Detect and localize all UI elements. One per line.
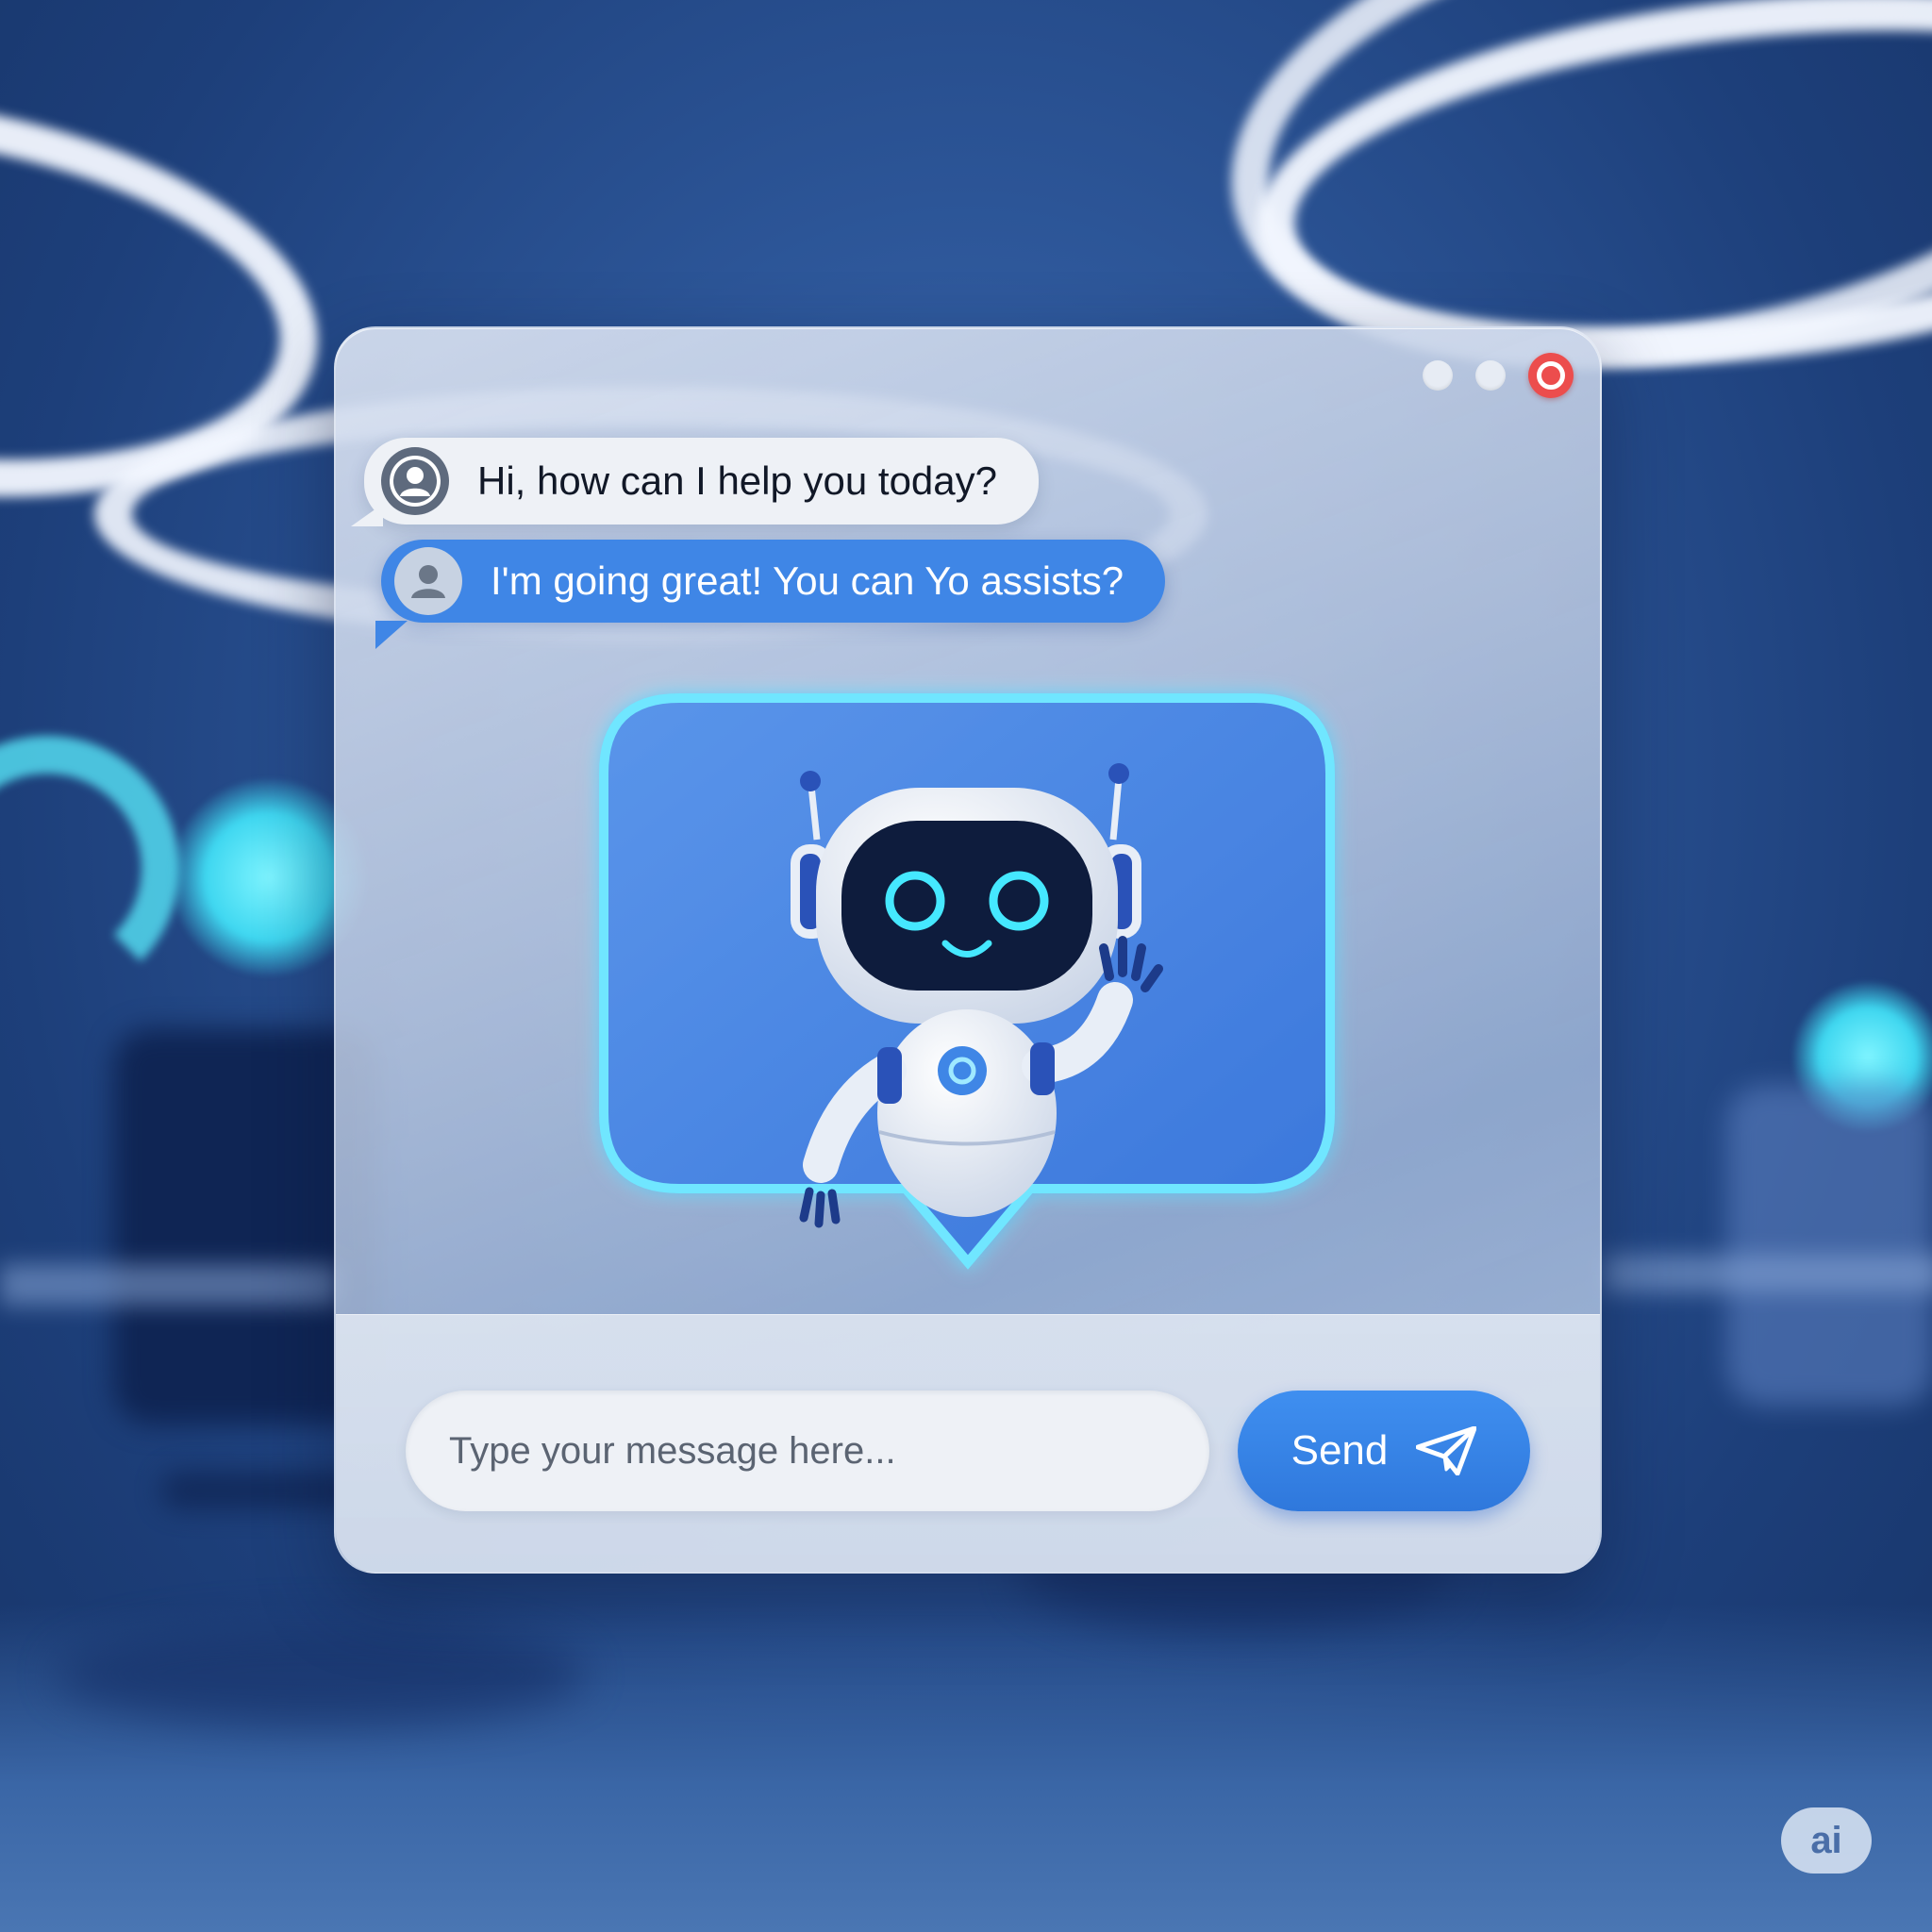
message-input[interactable]	[406, 1391, 1209, 1511]
paper-plane-icon	[1416, 1426, 1477, 1475]
composer-bar: Send	[336, 1314, 1600, 1573]
send-button[interactable]: Send	[1238, 1391, 1530, 1511]
office-desk	[1604, 1255, 1932, 1292]
ai-badge-label: ai	[1810, 1819, 1842, 1861]
user-avatar-icon	[381, 447, 449, 515]
maximize-button[interactable]	[1475, 360, 1506, 391]
glow-arc	[0, 736, 179, 1000]
assistant-message-bubble: Hi, how can I help you today?	[350, 438, 1040, 526]
message-text: Hi, how can I help you today?	[477, 458, 998, 503]
window-controls	[1423, 353, 1574, 398]
message-text: I'm going great! You can Yo assists?	[491, 558, 1124, 603]
send-label: Send	[1291, 1427, 1389, 1474]
close-button[interactable]	[1528, 353, 1574, 398]
robot-speech-bubble	[599, 693, 1335, 1270]
office-desk	[0, 1264, 340, 1306]
office-chair	[1726, 1085, 1932, 1406]
minimize-button[interactable]	[1423, 360, 1453, 391]
chat-window: Hi, how can I help you today? I'm going …	[334, 326, 1602, 1574]
ai-badge: ai	[1781, 1807, 1872, 1874]
chair-shadow	[57, 1623, 585, 1726]
user-avatar-icon	[394, 547, 462, 615]
user-message-bubble: I'm going great! You can Yo assists?	[375, 540, 1166, 649]
close-icon	[1537, 361, 1565, 390]
